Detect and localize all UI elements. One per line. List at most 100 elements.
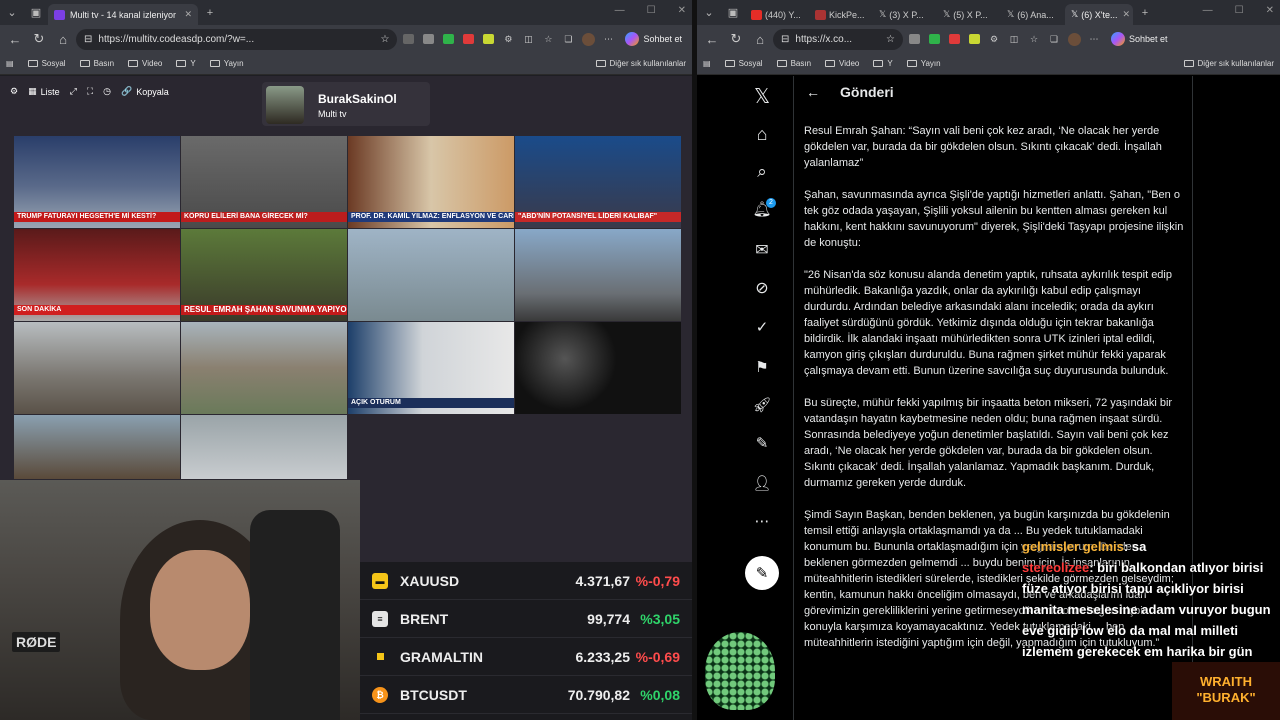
close-tab-icon[interactable]: ✕ bbox=[179, 9, 192, 20]
tab-x[interactable]: 𝕏 (6) Ana... bbox=[1001, 4, 1065, 25]
extensions-puzzle-icon[interactable]: ⚙ bbox=[985, 32, 1003, 46]
webcam-stream-tile[interactable] bbox=[14, 322, 180, 414]
other-bookmarks[interactable]: Diğer sık kullanılanlar bbox=[1183, 59, 1274, 68]
collections-icon[interactable]: ❏ bbox=[559, 32, 577, 46]
bookmark-folder[interactable]: Sosyal bbox=[27, 59, 66, 68]
bookmark-folder[interactable]: Video bbox=[825, 59, 859, 68]
profile-avatar[interactable] bbox=[1065, 32, 1083, 46]
maximize-icon[interactable]: ☐ bbox=[647, 5, 656, 16]
channel-card[interactable]: BurakSakinOl Multi tv bbox=[262, 82, 430, 126]
tv-stream-tile[interactable]: PROF. DR. KAMİL YILMAZ: ENFLASYON VE CAR… bbox=[348, 136, 514, 228]
tv-stream-tile[interactable]: "ABD'NİN POTANSİYEL LİDERİ KALIBAF" bbox=[515, 136, 681, 228]
workspaces-icon[interactable]: ▣ bbox=[24, 6, 48, 19]
extension-icon[interactable] bbox=[419, 32, 437, 46]
extension-icon[interactable] bbox=[399, 32, 417, 46]
webcam-stream-tile[interactable] bbox=[515, 229, 681, 321]
tab-kick[interactable]: KickPe... bbox=[809, 4, 873, 25]
bookmark-folder[interactable]: Basın bbox=[79, 59, 114, 68]
extension-icon[interactable] bbox=[925, 32, 943, 46]
tab-actions-icon[interactable]: ⌄ bbox=[697, 6, 721, 19]
tv-stream-tile[interactable]: TRUMP FATURAYI HEGSETH'E Mİ KESTİ? bbox=[14, 136, 180, 228]
refresh-icon[interactable]: ↻ bbox=[725, 31, 747, 47]
fit-button[interactable]: ⛶ bbox=[87, 86, 93, 97]
bookmark-folder[interactable]: Sosyal bbox=[724, 59, 763, 68]
tab-multitv[interactable]: Multi tv - 14 kanal izleniyor ✕ bbox=[48, 4, 198, 25]
back-arrow-icon[interactable]: ← bbox=[806, 84, 820, 100]
extension-icon[interactable] bbox=[945, 32, 963, 46]
list-button[interactable]: ▦ Liste bbox=[28, 86, 60, 97]
grok-icon[interactable]: ⊘ bbox=[747, 278, 777, 298]
bookmark-folder[interactable]: Y bbox=[176, 59, 196, 68]
favorite-star-icon[interactable]: ☆ bbox=[381, 34, 390, 45]
home-icon[interactable]: ⌂ bbox=[749, 32, 771, 47]
back-icon[interactable]: ← bbox=[4, 32, 26, 47]
extensions-puzzle-icon[interactable]: ⚙ bbox=[499, 32, 517, 46]
workspaces-icon[interactable]: ▣ bbox=[721, 6, 745, 19]
extension-icon[interactable] bbox=[965, 32, 983, 46]
tv-stream-tile[interactable]: KÖPRÜ ELİLERİ BANA GİRECEK Mİ? bbox=[181, 136, 347, 228]
collections-icon[interactable]: ❏ bbox=[1045, 32, 1063, 46]
tv-stream-tile[interactable] bbox=[14, 415, 180, 479]
url-field[interactable]: ⊟ https://multitv.codeasdp.com/?w=... ☆ bbox=[76, 28, 398, 50]
bookmark-folder[interactable]: Yayın bbox=[209, 59, 244, 68]
bookmark-folder[interactable]: Yayın bbox=[906, 59, 941, 68]
menu-dots-icon[interactable]: ⋯ bbox=[1085, 32, 1103, 46]
copy-button[interactable]: 🔗 Kopyala bbox=[121, 86, 169, 97]
favorites-icon[interactable]: ☆ bbox=[539, 32, 557, 46]
new-tab-icon[interactable]: + bbox=[198, 7, 222, 19]
copilot-chat-button[interactable]: Sohbet et bbox=[1105, 32, 1174, 46]
bookmark-folder[interactable]: Y bbox=[873, 59, 893, 68]
rocket-icon[interactable]: 🚀︎ bbox=[747, 396, 777, 414]
tab-youtube[interactable]: (440) Y... bbox=[745, 4, 809, 25]
copilot-chat-button[interactable]: Sohbet et bbox=[619, 32, 688, 46]
extension-icon[interactable] bbox=[905, 32, 923, 46]
site-info-icon[interactable]: ⊟ bbox=[84, 34, 92, 45]
favorites-icon[interactable]: ☆ bbox=[1025, 32, 1043, 46]
more-circle-icon[interactable]: ⋯ bbox=[747, 512, 777, 530]
tv-stream-tile[interactable]: AÇIK OTURUM bbox=[348, 322, 514, 414]
extension-icon[interactable] bbox=[479, 32, 497, 46]
tab-x[interactable]: 𝕏 (5) X P... bbox=[937, 4, 1001, 25]
extension-icon[interactable] bbox=[439, 32, 457, 46]
tab-x-active[interactable]: 𝕏 (6) X'te... ✕ bbox=[1065, 4, 1133, 25]
tab-x[interactable]: 𝕏 (3) X P... bbox=[873, 4, 937, 25]
webcam-stream-tile[interactable] bbox=[181, 415, 347, 479]
notifications-bell-icon[interactable]: 🔔︎ 2 bbox=[747, 198, 777, 218]
favorite-star-icon[interactable]: ☆ bbox=[886, 34, 895, 45]
minimize-icon[interactable]: — bbox=[1203, 5, 1213, 16]
premium-icon[interactable]: ✎ bbox=[747, 434, 777, 452]
timer-button[interactable]: ◷ bbox=[103, 86, 111, 97]
other-bookmarks[interactable]: Diğer sık kullanılanlar bbox=[595, 59, 686, 68]
split-screen-icon[interactable]: ◫ bbox=[519, 32, 537, 46]
messages-envelope-icon[interactable]: ✉ bbox=[747, 240, 777, 260]
settings-button[interactable]: ⚙ bbox=[10, 86, 18, 97]
maximize-icon[interactable]: ☐ bbox=[1235, 5, 1244, 16]
extension-icon[interactable] bbox=[459, 32, 477, 46]
refresh-icon[interactable]: ↻ bbox=[28, 31, 50, 47]
home-icon[interactable]: ⌂ bbox=[747, 124, 777, 145]
minimize-icon[interactable]: — bbox=[615, 5, 625, 16]
url-field[interactable]: ⊟ https://x.co... ☆ bbox=[773, 28, 903, 50]
bookmark-folder[interactable]: Video bbox=[128, 59, 162, 68]
profile-person-icon[interactable]: 👤︎ bbox=[747, 474, 777, 492]
bookmarks-panel-icon[interactable]: ▤ bbox=[703, 59, 711, 68]
bookmarks-icon[interactable]: ⚑ bbox=[747, 358, 777, 376]
close-tab-icon[interactable]: ✕ bbox=[1118, 9, 1131, 20]
fullscreen-button[interactable]: ⤢ bbox=[70, 86, 77, 97]
close-window-icon[interactable]: ✕ bbox=[678, 5, 686, 16]
bookmarks-panel-icon[interactable]: ▤ bbox=[6, 59, 14, 68]
new-tab-icon[interactable]: + bbox=[1133, 7, 1157, 19]
bookmark-folder[interactable]: Basın bbox=[776, 59, 811, 68]
back-icon[interactable]: ← bbox=[701, 32, 723, 47]
search-icon[interactable]: ⌕ bbox=[747, 162, 777, 182]
x-logo-icon[interactable]: 𝕏 bbox=[747, 84, 777, 109]
tv-stream-tile[interactable]: RESUL EMRAH ŞAHAN SAVUNMA YAPIYOR bbox=[181, 229, 347, 321]
webcam-stream-tile[interactable] bbox=[515, 322, 681, 414]
verified-check-icon[interactable]: ✓ bbox=[747, 318, 777, 336]
profile-avatar[interactable] bbox=[579, 32, 597, 46]
site-info-icon[interactable]: ⊟ bbox=[781, 34, 789, 45]
home-icon[interactable]: ⌂ bbox=[52, 32, 74, 47]
split-screen-icon[interactable]: ◫ bbox=[1005, 32, 1023, 46]
menu-dots-icon[interactable]: ⋯ bbox=[599, 32, 617, 46]
compose-post-button[interactable]: ✎ bbox=[745, 556, 779, 590]
